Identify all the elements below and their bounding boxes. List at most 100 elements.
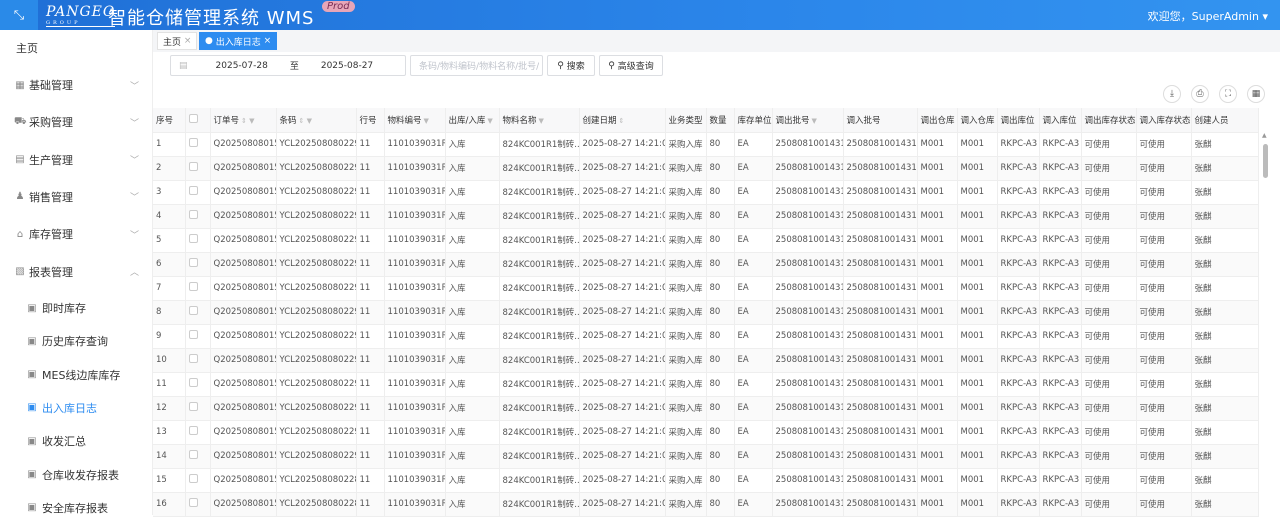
row-checkbox[interactable] (188, 138, 198, 147)
column-header-9[interactable]: 业务类型 (665, 108, 707, 133)
user-menu[interactable]: 欢迎您，SuperAdmin ▾ (1148, 8, 1268, 24)
row-checkbox-cell[interactable] (185, 372, 211, 397)
row-checkbox[interactable] (188, 498, 198, 507)
row-checkbox[interactable] (188, 234, 198, 243)
row-checkbox[interactable] (188, 186, 198, 195)
row-checkbox[interactable] (188, 162, 198, 171)
row-checkbox[interactable] (188, 474, 198, 483)
search-button[interactable]: ⚲ 搜索 (547, 55, 595, 76)
row-checkbox-cell[interactable] (185, 396, 211, 421)
column-header-20[interactable]: 创建人员 (1191, 108, 1259, 133)
row-checkbox-cell[interactable] (185, 324, 211, 349)
row-checkbox-cell[interactable] (185, 276, 211, 301)
column-header-15[interactable]: 调入仓库 (957, 108, 998, 133)
table-row[interactable]: 6 Q20250808015YCL202508080229121111010390… (153, 252, 1259, 277)
column-header-2[interactable]: 订单号 ⇕ ▼ (210, 108, 277, 133)
row-checkbox-cell[interactable] (185, 492, 211, 517)
sidebar-item-home[interactable]: 主页 (0, 38, 153, 58)
row-checkbox-cell[interactable] (185, 468, 211, 493)
row-checkbox[interactable] (188, 378, 198, 387)
column-header-16[interactable]: 调出库位 (997, 108, 1040, 133)
row-checkbox[interactable] (188, 210, 198, 219)
column-header-14[interactable]: 调出仓库 (917, 108, 958, 133)
sidebar-item-2[interactable]: ▤ 生产管理 ﹀ (0, 150, 153, 170)
filter-icon[interactable]: ▼ (539, 117, 544, 125)
sidebar-subitem-2[interactable]: ▣ MES线边库库存 (0, 365, 153, 385)
date-to[interactable]: 2025-08-27 (321, 61, 373, 71)
table-row[interactable]: 2 Q20250808015YCL202508080229091111010390… (153, 156, 1259, 181)
table-row[interactable]: 12 Q20250808015YCL20250808022902111101039… (153, 396, 1259, 421)
filter-icon[interactable]: ▼ (812, 117, 817, 125)
row-checkbox-cell[interactable] (185, 300, 211, 325)
row-checkbox-cell[interactable] (185, 204, 211, 229)
sidebar-item-3[interactable]: ♟ 销售管理 ﹀ (0, 187, 153, 207)
sidebar-subitem-5[interactable]: ▣ 仓库收发存报表 (0, 465, 153, 485)
table-row[interactable]: 7 Q20250808015YCL202508080229111111010390… (153, 276, 1259, 301)
row-checkbox-cell[interactable] (185, 420, 211, 445)
filter-icon[interactable]: ▼ (487, 117, 492, 125)
row-checkbox[interactable] (188, 450, 198, 459)
close-icon[interactable]: × (184, 36, 192, 46)
scroll-up-icon[interactable]: ▲ (1262, 132, 1267, 139)
select-all-checkbox[interactable] (188, 113, 198, 123)
table-scrollbar[interactable]: ▲ (1260, 132, 1270, 515)
print-icon[interactable]: ⎙ (1191, 85, 1209, 103)
search-input[interactable]: 条码/物料编码/物料名称/批号/ (410, 55, 543, 76)
close-icon[interactable]: × (264, 36, 272, 46)
column-header-8[interactable]: 创建日期 ⇕ (579, 108, 666, 133)
columns-icon[interactable]: ▦ (1247, 85, 1265, 103)
sidebar-item-0[interactable]: ▦ 基础管理 ﹀ (0, 75, 153, 95)
row-checkbox[interactable] (188, 258, 198, 267)
table-row[interactable]: 5 Q20250808015YCL202508080229131111010390… (153, 228, 1259, 253)
table-row[interactable]: 14 Q20250808015YCL20250808022900111101039… (153, 444, 1259, 469)
table-row[interactable]: 16 Q20250808015YCL20250808022898111101039… (153, 492, 1259, 517)
column-header-19[interactable]: 调入库存状态 (1136, 108, 1192, 133)
filter-icon[interactable]: ⇕ ▼ (241, 117, 254, 125)
sidebar-subitem-3[interactable]: ▣ 出入库日志 (0, 398, 153, 418)
column-header-7[interactable]: 物料名称 ▼ (499, 108, 580, 133)
row-checkbox[interactable] (188, 354, 198, 363)
row-checkbox-cell[interactable] (185, 252, 211, 277)
column-header-0[interactable]: 序号 (153, 108, 186, 133)
sidebar-subitem-1[interactable]: ▣ 历史库存查询 (0, 331, 153, 351)
filter-icon[interactable]: ⇕ (619, 117, 625, 125)
row-checkbox[interactable] (188, 330, 198, 339)
column-header-1[interactable] (185, 108, 211, 133)
column-header-5[interactable]: 物料编号 ▼ (384, 108, 446, 133)
table-row[interactable]: 3 Q20250808015YCL202508080229081111010390… (153, 180, 1259, 205)
column-header-11[interactable]: 库存单位 (734, 108, 773, 133)
column-header-17[interactable]: 调入库位 (1039, 108, 1082, 133)
filter-icon[interactable]: ▼ (424, 117, 429, 125)
table-row[interactable]: 15 Q20250808015YCL20250808022899111101039… (153, 468, 1259, 493)
column-header-6[interactable]: 出库/入库 ▼ (445, 108, 500, 133)
column-header-12[interactable]: 调出批号 ▼ (772, 108, 844, 133)
row-checkbox[interactable] (188, 426, 198, 435)
table-row[interactable]: 8 Q20250808015YCL202508080229061111010390… (153, 300, 1259, 325)
date-range-picker[interactable]: ▤ 2025-07-28 至 2025-08-27 (170, 55, 406, 76)
download-icon[interactable]: ⤓ (1163, 85, 1181, 103)
column-header-10[interactable]: 数量 (706, 108, 735, 133)
table-row[interactable]: 4 Q20250808015YCL202508080229071111010390… (153, 204, 1259, 229)
column-header-3[interactable]: 条码 ⇕ ▼ (276, 108, 357, 133)
row-checkbox-cell[interactable] (185, 228, 211, 253)
row-checkbox-cell[interactable] (185, 444, 211, 469)
sidebar-item-4[interactable]: ⌂ 库存管理 ﹀ (0, 224, 153, 244)
row-checkbox-cell[interactable] (185, 348, 211, 373)
row-checkbox[interactable] (188, 282, 198, 291)
row-checkbox-cell[interactable] (185, 132, 211, 157)
collapse-menu-icon[interactable]: ⤡ (0, 0, 38, 30)
scrollbar-thumb[interactable] (1263, 144, 1268, 178)
sidebar-item-5[interactable]: ▧ 报表管理 ︿ (0, 262, 153, 282)
table-row[interactable]: 13 Q20250808015YCL20250808022901111101039… (153, 420, 1259, 445)
row-checkbox[interactable] (188, 306, 198, 315)
table-row[interactable]: 1 Q20250808015YCL202508080229101111010390… (153, 132, 1259, 157)
table-row[interactable]: 9 Q20250808015YCL202508080229051111010390… (153, 324, 1259, 349)
fullscreen-icon[interactable]: ⛶ (1219, 85, 1237, 103)
row-checkbox[interactable] (188, 402, 198, 411)
tab-inout-log[interactable]: ● 出入库日志 × (199, 32, 278, 50)
advanced-search-button[interactable]: ⚲ 高级查询 (599, 55, 663, 76)
filter-icon[interactable]: ⇕ ▼ (299, 117, 312, 125)
row-checkbox-cell[interactable] (185, 180, 211, 205)
table-row[interactable]: 10 Q20250808015YCL20250808022904111101039… (153, 348, 1259, 373)
column-header-4[interactable]: 行号 (356, 108, 385, 133)
